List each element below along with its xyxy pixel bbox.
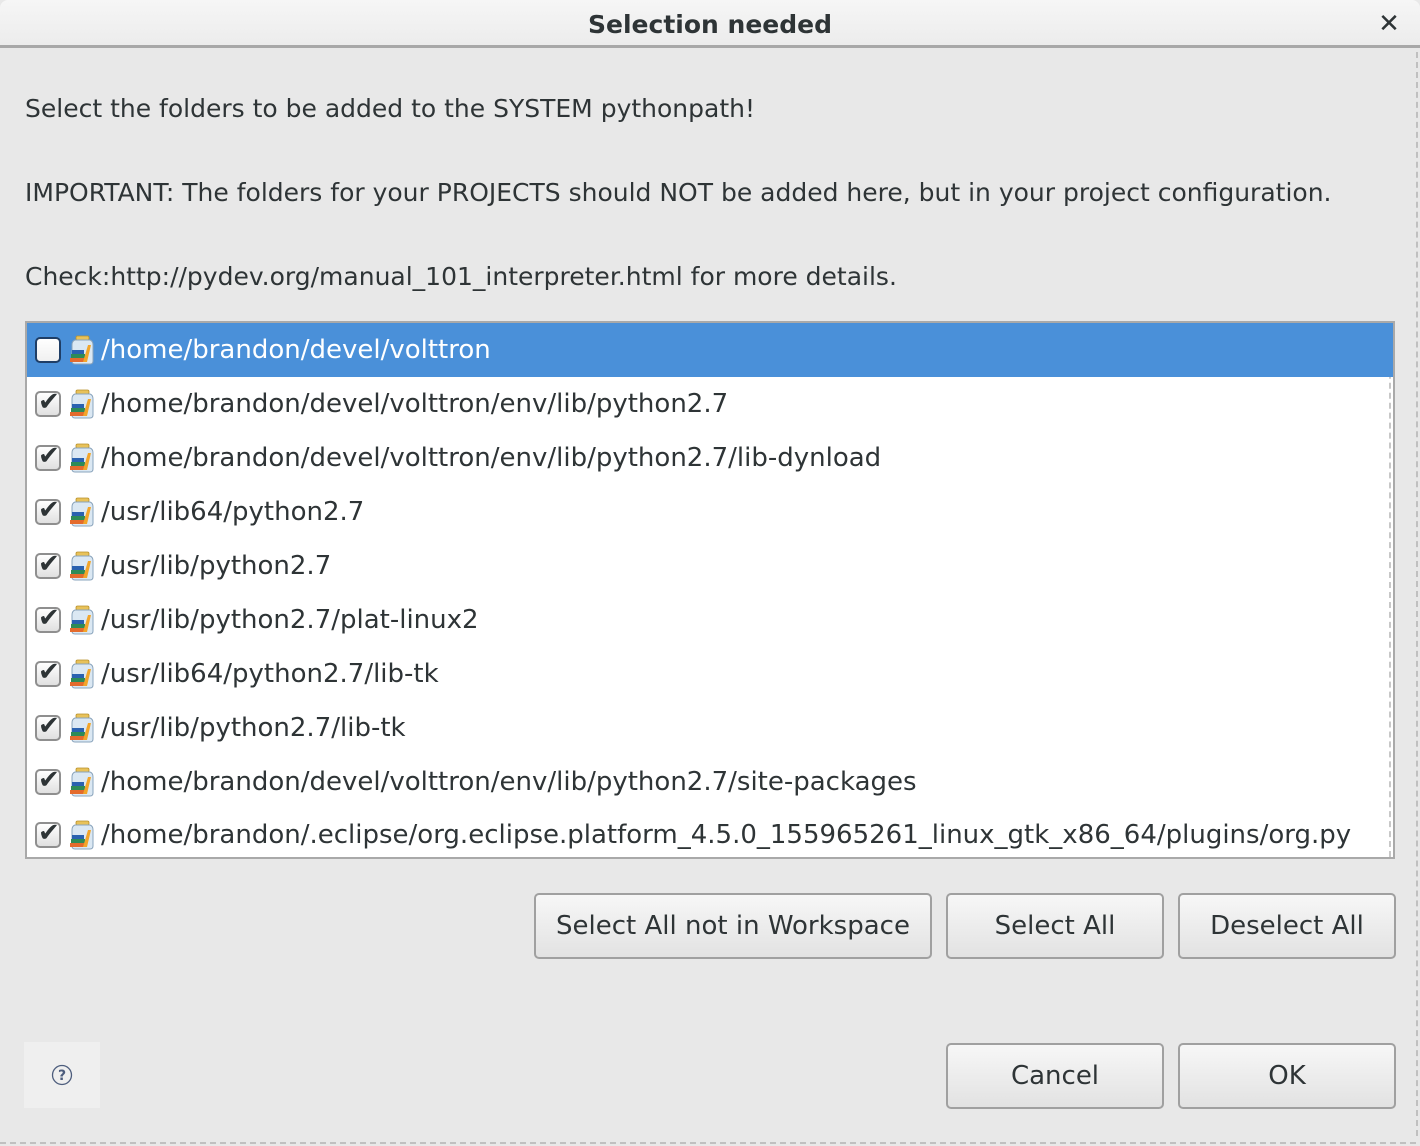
- folder-checkbox[interactable]: ✔: [35, 603, 61, 633]
- folder-path: /usr/lib64/python2.7: [101, 497, 365, 527]
- folder-checkbox[interactable]: ✔: [35, 711, 61, 741]
- folder-row[interactable]: ✔ /home/brandon/devel/volttron/env/lib/p…: [27, 431, 1393, 485]
- folder-path: /home/brandon/devel/volttron/env/lib/pyt…: [101, 767, 917, 797]
- folder-path: /usr/lib/python2.7: [101, 551, 332, 581]
- folder-checkbox[interactable]: ✔: [35, 441, 61, 471]
- folder-checkbox[interactable]: ✔: [35, 818, 61, 848]
- folder-row[interactable]: ✔ /usr/lib/python2.7/plat-linux2: [27, 593, 1393, 647]
- folder-row[interactable]: ✔ /usr/lib64/python2.7/lib-tk: [27, 647, 1393, 701]
- folder-path: /home/brandon/devel/volttron/env/lib/pyt…: [101, 443, 882, 473]
- window-edge: [1416, 52, 1418, 1136]
- folder-path: /home/brandon/devel/volttron: [101, 335, 491, 365]
- python-library-icon: [67, 659, 95, 689]
- deselect-all-button[interactable]: Deselect All: [1178, 893, 1396, 959]
- python-library-icon: [67, 605, 95, 635]
- python-library-icon: [67, 335, 95, 365]
- dialog-title: Selection needed: [588, 10, 832, 39]
- close-button[interactable]: ✕: [1374, 6, 1404, 42]
- folder-row[interactable]: ✔ /home/brandon/.eclipse/org.eclipse.pla…: [27, 809, 1393, 857]
- python-library-icon: [67, 767, 95, 797]
- python-library-icon: [67, 551, 95, 581]
- checkmark-icon: ✔: [38, 495, 60, 525]
- folder-row[interactable]: ✔ /home/brandon/devel/volttron/env/lib/p…: [27, 755, 1393, 809]
- instruction-text: Select the folders to be added to the SY…: [25, 94, 756, 123]
- python-library-icon: [67, 389, 95, 419]
- important-text: IMPORTANT: The folders for your PROJECTS…: [25, 178, 1332, 207]
- checkmark-icon: ✔: [38, 603, 60, 633]
- folder-path: /usr/lib64/python2.7/lib-tk: [101, 659, 439, 689]
- python-library-icon: [67, 443, 95, 473]
- folder-list[interactable]: /home/brandon/devel/volttron ✔ /home/bran…: [25, 321, 1395, 859]
- select-all-button[interactable]: Select All: [946, 893, 1164, 959]
- folder-path: /home/brandon/.eclipse/org.eclipse.platf…: [101, 820, 1352, 850]
- close-icon: ✕: [1378, 9, 1400, 39]
- help-icon: ?: [51, 1064, 73, 1086]
- folder-row[interactable]: ✔ /usr/lib64/python2.7: [27, 485, 1393, 539]
- cancel-button[interactable]: Cancel: [946, 1043, 1164, 1109]
- python-library-icon: [67, 497, 95, 527]
- svg-text:?: ?: [58, 1068, 66, 1084]
- help-button[interactable]: ?: [24, 1042, 100, 1108]
- checkmark-icon: ✔: [38, 657, 60, 687]
- folder-row[interactable]: /home/brandon/devel/volttron: [27, 323, 1393, 377]
- folder-checkbox[interactable]: ✔: [35, 387, 61, 417]
- checkmark-icon: ✔: [38, 765, 60, 795]
- python-library-icon: [67, 713, 95, 743]
- folder-checkbox[interactable]: ✔: [35, 549, 61, 579]
- folder-row[interactable]: ✔ /usr/lib/python2.7/lib-tk: [27, 701, 1393, 755]
- details-link-text: Check:http://pydev.org/manual_101_interp…: [25, 262, 897, 291]
- python-library-icon: [67, 820, 95, 850]
- window-edge-bottom: [0, 1142, 1416, 1144]
- title-bar: Selection needed ✕: [0, 0, 1420, 48]
- folder-checkbox[interactable]: ✔: [35, 495, 61, 525]
- folder-path: /home/brandon/devel/volttron/env/lib/pyt…: [101, 389, 729, 419]
- folder-path: /usr/lib/python2.7/plat-linux2: [101, 605, 479, 635]
- folder-checkbox[interactable]: ✔: [35, 765, 61, 795]
- ok-button[interactable]: OK: [1178, 1043, 1396, 1109]
- checkmark-icon: ✔: [38, 549, 60, 579]
- checkmark-icon: ✔: [38, 818, 60, 848]
- folder-checkbox[interactable]: [35, 337, 61, 363]
- checkmark-icon: ✔: [38, 387, 60, 417]
- folder-checkbox[interactable]: ✔: [35, 657, 61, 687]
- folder-path: /usr/lib/python2.7/lib-tk: [101, 713, 406, 743]
- checkmark-icon: ✔: [38, 441, 60, 471]
- folder-row[interactable]: ✔ /usr/lib/python2.7: [27, 539, 1393, 593]
- checkmark-icon: ✔: [38, 711, 60, 741]
- select-all-not-in-workspace-button[interactable]: Select All not in Workspace: [534, 893, 932, 959]
- folder-row[interactable]: ✔ /home/brandon/devel/volttron/env/lib/p…: [27, 377, 1393, 431]
